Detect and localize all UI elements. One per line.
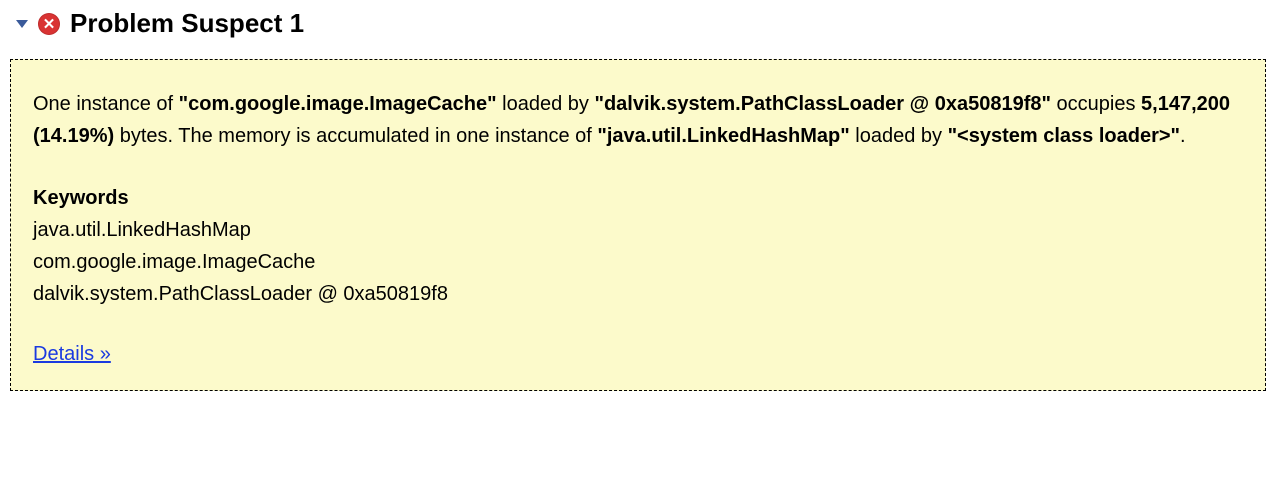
error-icon: ✕ xyxy=(38,13,60,35)
keywords-section: Keywords java.util.LinkedHashMap com.goo… xyxy=(33,182,1243,310)
section-title: Problem Suspect 1 xyxy=(70,8,304,39)
details-link[interactable]: Details » xyxy=(33,343,111,365)
suspect-class: "com.google.image.ImageCache" xyxy=(179,93,497,115)
accumulated-class: "java.util.LinkedHashMap" xyxy=(597,125,849,147)
problem-suspect-panel: One instance of "com.google.image.ImageC… xyxy=(10,59,1266,391)
suspect-loader: "dalvik.system.PathClassLoader @ 0xa5081… xyxy=(594,93,1050,115)
desc-text: loaded by xyxy=(497,93,595,115)
keyword-item: dalvik.system.PathClassLoader @ 0xa50819… xyxy=(33,278,1243,310)
keyword-item: java.util.LinkedHashMap xyxy=(33,214,1243,246)
desc-text: bytes. The memory is accumulated in one … xyxy=(114,125,597,147)
desc-text: occupies xyxy=(1051,93,1141,115)
section-header: ✕ Problem Suspect 1 xyxy=(10,8,1266,39)
keyword-item: com.google.image.ImageCache xyxy=(33,246,1243,278)
suspect-description: One instance of "com.google.image.ImageC… xyxy=(33,88,1243,152)
keywords-list: java.util.LinkedHashMap com.google.image… xyxy=(33,214,1243,310)
system-loader: "<system class loader>" xyxy=(948,125,1180,147)
chevron-down-icon[interactable] xyxy=(16,20,28,28)
desc-text: One instance of xyxy=(33,93,179,115)
keywords-heading: Keywords xyxy=(33,182,1243,214)
desc-text: loaded by xyxy=(850,125,948,147)
desc-text: . xyxy=(1180,125,1186,147)
